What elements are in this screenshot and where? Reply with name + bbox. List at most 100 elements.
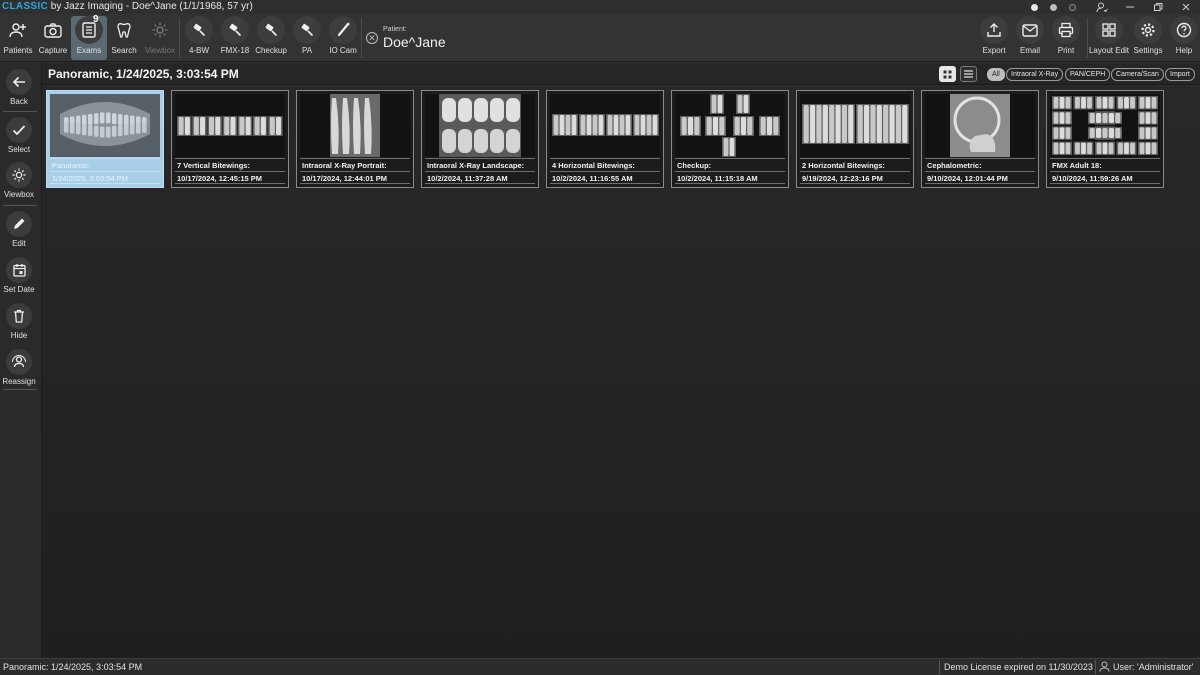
checkmark-icon [6, 117, 32, 143]
toolbar-divider [1087, 18, 1088, 58]
filter-pan-ceph[interactable]: PAN/CEPH [1065, 68, 1111, 81]
xray-sensor-icon [221, 16, 249, 44]
exam-header: Panoramic, 1/24/2025, 3:03:54 PM All Int… [42, 63, 1200, 85]
pencil-icon [6, 211, 32, 237]
minimize-button[interactable] [1116, 0, 1144, 14]
status-divider [1095, 660, 1096, 674]
filter-import[interactable]: Import [1165, 68, 1195, 81]
exam-card[interactable]: 7 Vertical Bitewings: 10/17/2024, 12:45:… [171, 90, 289, 188]
exam-thumbnail [50, 94, 160, 157]
viewbox-toolbar-button[interactable]: Viewbox [142, 16, 178, 60]
add-patient-icon [4, 16, 32, 44]
exam-name: FMX Adult 18: [1050, 158, 1160, 171]
exam-thumbnail [425, 94, 535, 157]
set-date-label: Set Date [3, 285, 35, 294]
xray-sensor-icon [185, 16, 213, 44]
xray-sensor-icon [293, 16, 321, 44]
help-label: Help [1175, 46, 1193, 55]
intraoral-camera-icon [329, 16, 357, 44]
viewbox-toolbar-label: Viewbox [144, 46, 176, 55]
settings-button[interactable]: Settings [1130, 16, 1166, 60]
4bw-button[interactable]: 4-BW [181, 16, 217, 60]
patients-label: Patients [3, 46, 33, 55]
email-button[interactable]: Email [1012, 16, 1048, 60]
grid-layout-icon [1095, 16, 1123, 44]
search-button[interactable]: Search [106, 16, 142, 60]
restore-button[interactable] [1144, 0, 1172, 14]
exam-card[interactable]: FMX Adult 18: 9/10/2024, 11:59:26 AM [1046, 90, 1164, 188]
select-button[interactable]: Select [0, 117, 38, 154]
exam-date: 1/24/2025, 3:03:54 PM [50, 171, 160, 184]
reassign-button[interactable]: Reassign [0, 349, 38, 386]
toolbar-divider [361, 18, 362, 58]
print-button[interactable]: Print [1048, 16, 1084, 60]
fmx18-button[interactable]: FMX-18 [217, 16, 253, 60]
exam-thumbnail [675, 94, 785, 157]
trash-icon [6, 303, 32, 329]
exam-card[interactable]: Intraoral X-Ray Portrait: 10/17/2024, 12… [296, 90, 414, 188]
exam-date: 10/17/2024, 12:44:01 PM [300, 171, 410, 184]
exam-card[interactable]: 2 Horizontal Bitewings: 9/19/2024, 12:23… [796, 90, 914, 188]
sidebar-divider [3, 111, 37, 112]
exam-card[interactable]: Cephalometric: 9/10/2024, 12:01:44 PM [921, 90, 1039, 188]
filter-intraoral-xray[interactable]: Intraoral X-Ray [1006, 68, 1064, 81]
page-title: Panoramic, 1/24/2025, 3:03:54 PM [48, 67, 239, 81]
exam-card[interactable]: Intraoral X-Ray Landscape: 10/2/2024, 11… [421, 90, 539, 188]
exam-thumbnail [300, 94, 410, 157]
exam-name: Checkup: [675, 158, 785, 171]
exam-date: 10/2/2024, 11:15:18 AM [675, 171, 785, 184]
checkup-button[interactable]: Checkup [253, 16, 289, 60]
exam-name: Intraoral X-Ray Landscape: [425, 158, 535, 171]
close-button[interactable] [1172, 0, 1200, 14]
viewbox-sidebar-button[interactable]: Viewbox [0, 162, 38, 199]
xray-image [1052, 96, 1158, 156]
window-title: by Jazz Imaging - Doe^Jane (1/1/1968, 57… [48, 1, 253, 12]
xray-image [950, 94, 1010, 157]
exam-date: 9/10/2024, 12:01:44 PM [925, 171, 1035, 184]
user-switch-icon[interactable] [1088, 0, 1116, 14]
back-button[interactable]: Back [0, 69, 38, 106]
checkup-label: Checkup [255, 46, 287, 55]
capture-label: Capture [38, 46, 68, 55]
arrow-left-icon [6, 69, 32, 95]
hide-label: Hide [10, 331, 28, 340]
exams-label: Exams [76, 46, 102, 55]
io-cam-label: IO Cam [329, 46, 357, 55]
export-button[interactable]: Export [976, 16, 1012, 60]
back-label: Back [10, 97, 28, 106]
print-label: Print [1057, 46, 1075, 55]
exam-card[interactable]: Checkup: 10/2/2024, 11:15:18 AM [671, 90, 789, 188]
4bw-label: 4-BW [189, 46, 209, 55]
layout-edit-button[interactable]: Layout Edit [1089, 16, 1129, 60]
settings-label: Settings [1133, 46, 1163, 55]
patients-button[interactable]: Patients [0, 16, 36, 60]
exams-button[interactable]: 9 Exams [71, 14, 107, 60]
patient-name: Doe^Jane [383, 34, 446, 50]
calendar-icon [6, 257, 32, 283]
pa-button[interactable]: PA [289, 16, 325, 60]
exam-card[interactable]: Panoramic: 1/24/2025, 3:03:54 PM [46, 90, 164, 188]
help-button[interactable]: Help [1166, 16, 1200, 60]
exam-card[interactable]: 4 Horizontal Bitewings: 10/2/2024, 11:16… [546, 90, 664, 188]
filter-all[interactable]: All [987, 68, 1005, 81]
edit-button[interactable]: Edit [0, 211, 38, 248]
select-label: Select [7, 145, 31, 154]
list-view-toggle[interactable] [960, 66, 977, 82]
email-label: Email [1019, 46, 1040, 55]
user-icon [1099, 661, 1110, 675]
status-dot-icon [1050, 3, 1057, 11]
capture-button[interactable]: Capture [35, 16, 71, 60]
brightness-icon [6, 162, 32, 188]
xray-image [330, 94, 380, 157]
io-cam-button[interactable]: IO Cam [325, 16, 361, 60]
filter-camera-scan[interactable]: Camera/Scan [1111, 68, 1164, 81]
viewbox-sidebar-label: Viewbox [3, 190, 35, 199]
set-date-button[interactable]: Set Date [0, 257, 38, 294]
grid-view-toggle[interactable] [939, 66, 956, 82]
app-window: CLASSIC by Jazz Imaging - Doe^Jane (1/1/… [0, 0, 1200, 675]
search-label: Search [111, 46, 137, 55]
license-status: Demo License expired on 11/30/2023 [944, 662, 1093, 672]
status-selection: Panoramic: 1/24/2025, 3:03:54 PM [3, 662, 143, 672]
clear-patient-icon[interactable]: ✕ [366, 32, 378, 44]
hide-button[interactable]: Hide [0, 303, 38, 340]
